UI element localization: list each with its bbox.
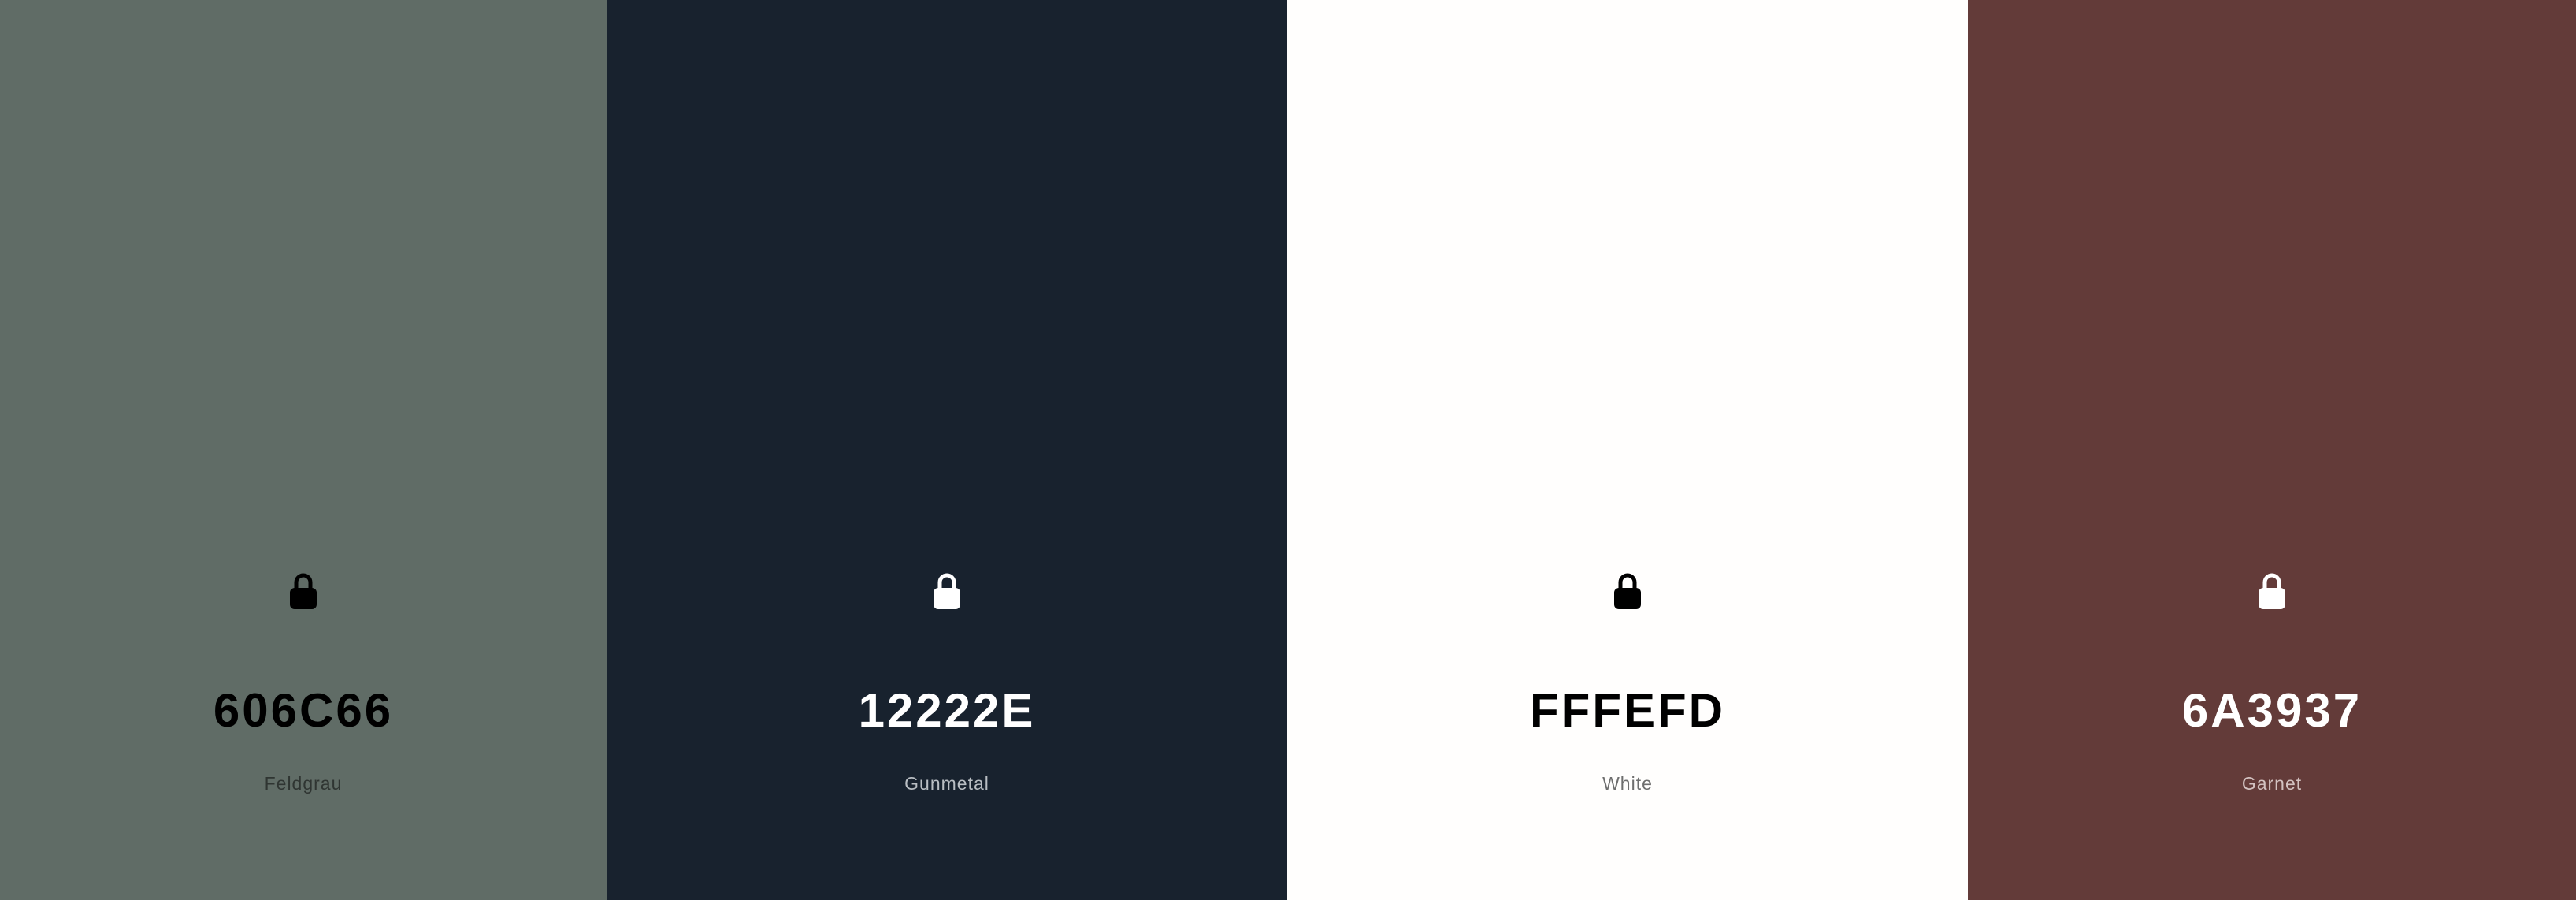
swatch-feldgrau[interactable]: 606C66 Feldgrau — [0, 0, 607, 900]
color-name[interactable]: Feldgrau — [0, 771, 607, 796]
hex-code[interactable]: 12222E — [607, 679, 1287, 742]
swatch-white[interactable]: FFFEFD White — [1287, 0, 1968, 900]
hex-code[interactable]: 606C66 — [0, 679, 607, 742]
color-name[interactable]: White — [1287, 771, 1968, 796]
color-name[interactable]: Gunmetal — [607, 771, 1287, 796]
swatch-garnet[interactable]: 6A3937 Garnet — [1968, 0, 2576, 900]
color-name[interactable]: Garnet — [1968, 771, 2576, 796]
swatch-gunmetal[interactable]: 12222E Gunmetal — [607, 0, 1287, 900]
hex-code[interactable]: FFFEFD — [1287, 679, 1968, 742]
lock-icon[interactable] — [931, 572, 963, 610]
hex-code[interactable]: 6A3937 — [1968, 679, 2576, 742]
color-palette: 606C66 Feldgrau 12222E Gunmetal FFFEFD W… — [0, 0, 2576, 900]
lock-icon[interactable] — [288, 572, 319, 610]
lock-icon[interactable] — [2256, 572, 2288, 610]
lock-icon[interactable] — [1612, 572, 1643, 610]
